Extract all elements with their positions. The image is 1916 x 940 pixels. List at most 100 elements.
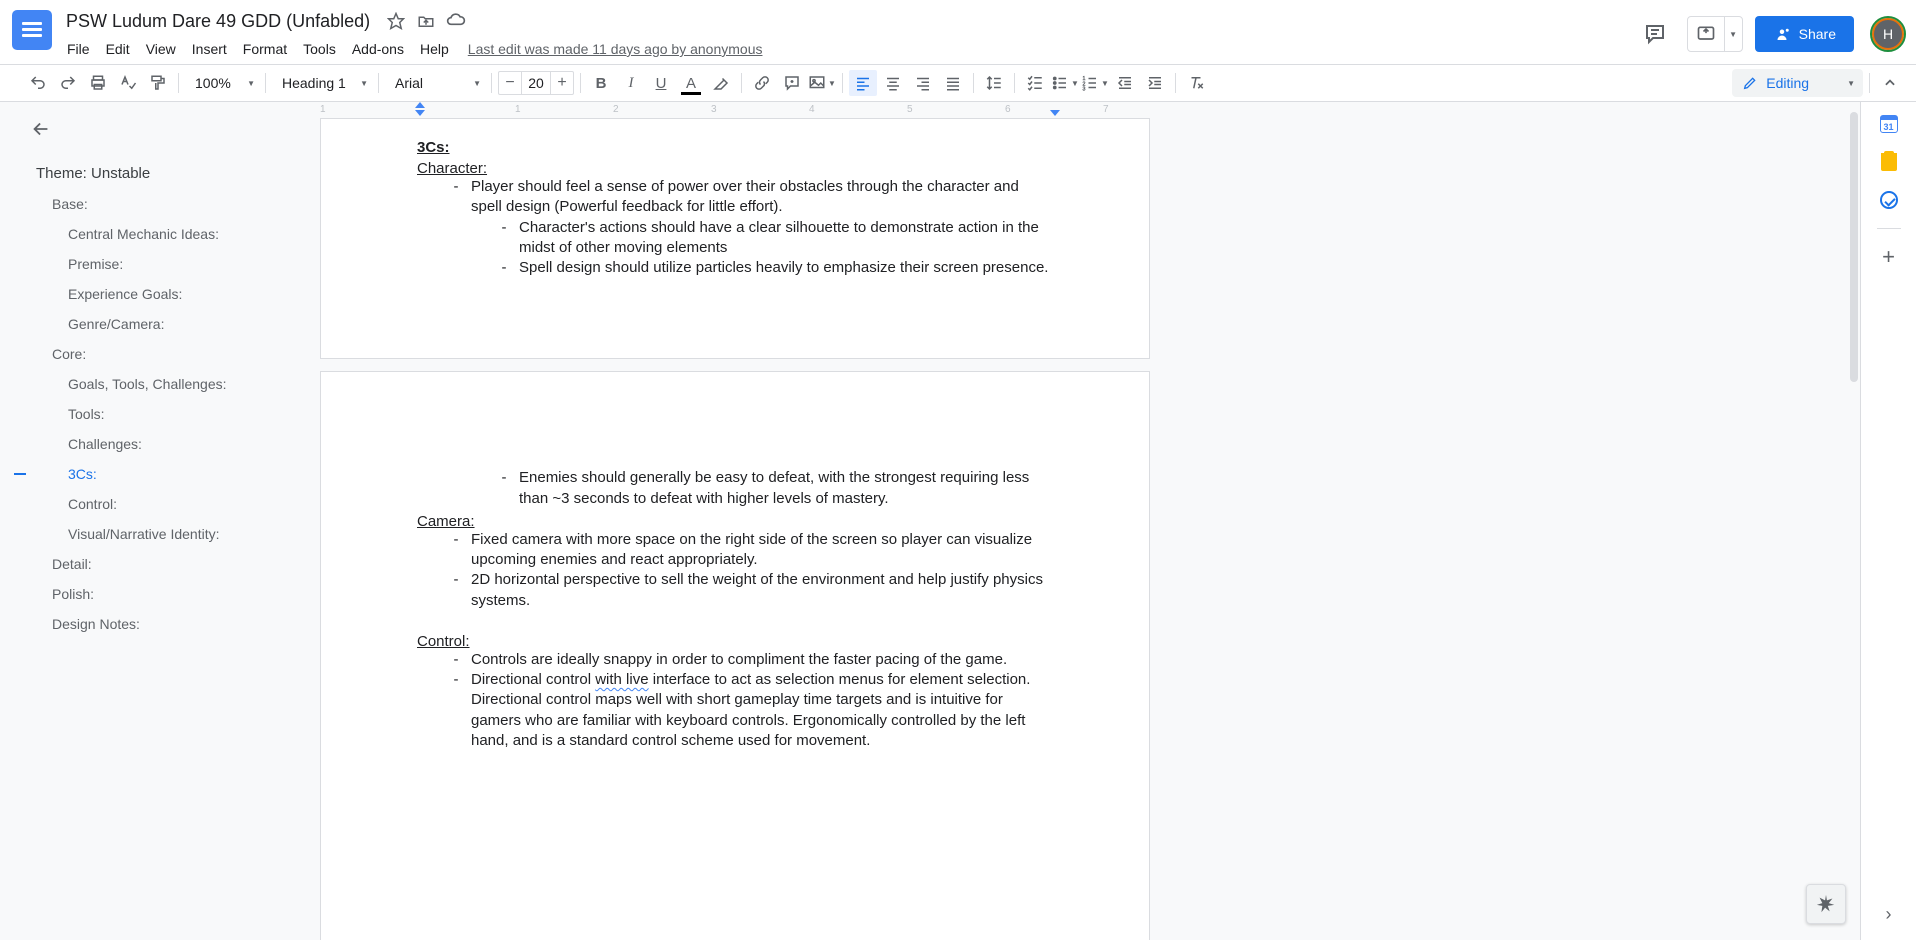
body-text[interactable]: -Enemies should generally be easy to def… xyxy=(417,468,1053,509)
editing-mode-select[interactable]: Editing ▼ xyxy=(1732,69,1863,97)
insert-comment-button[interactable] xyxy=(778,70,806,96)
text-color-button[interactable]: A xyxy=(677,70,705,96)
horizontal-ruler[interactable]: 1 1 2 3 4 5 6 7 xyxy=(320,102,1150,118)
redo-button[interactable] xyxy=(54,70,82,96)
outline-item[interactable]: Genre/Camera: xyxy=(0,309,310,339)
outline-item[interactable]: Theme: Unstable xyxy=(0,158,310,189)
document-page[interactable]: 3Cs: Character: -Player should feel a se… xyxy=(320,118,1150,359)
insert-image-button[interactable]: ▼ xyxy=(808,70,836,96)
outline-item[interactable]: Challenges: xyxy=(0,429,310,459)
body-text[interactable]: -Controls are ideally snappy in order to… xyxy=(417,650,1053,670)
share-label: Share xyxy=(1799,26,1836,42)
body-text[interactable]: -Character's actions should have a clear… xyxy=(417,218,1053,259)
paragraph-style-select[interactable]: Heading 1▼ xyxy=(272,70,372,96)
side-panel: 31 + › xyxy=(1860,102,1916,940)
undo-button[interactable] xyxy=(24,70,52,96)
present-button[interactable]: ▼ xyxy=(1687,16,1743,52)
highlight-button[interactable] xyxy=(707,70,735,96)
menu-file[interactable]: File xyxy=(60,37,97,61)
outline-item[interactable]: Detail: xyxy=(0,549,310,579)
font-size-increase[interactable]: + xyxy=(551,74,573,92)
line-spacing-button[interactable] xyxy=(980,70,1008,96)
underline-button[interactable]: U xyxy=(647,70,675,96)
rail-separator xyxy=(1877,228,1901,229)
body-text[interactable]: -Directional control with live interface… xyxy=(417,670,1053,751)
docs-logo[interactable] xyxy=(12,10,52,50)
star-icon[interactable] xyxy=(386,11,406,31)
cloud-saved-icon[interactable] xyxy=(446,11,466,31)
align-left-button[interactable] xyxy=(849,70,877,96)
zoom-select[interactable]: 100%▼ xyxy=(185,70,259,96)
document-title[interactable]: PSW Ludum Dare 49 GDD (Unfabled) xyxy=(60,9,376,34)
menu-tools[interactable]: Tools xyxy=(296,37,343,61)
outline-item[interactable]: Control: xyxy=(0,489,310,519)
heading-3cs[interactable]: 3Cs: xyxy=(417,139,1053,156)
outline-item[interactable]: Tools: xyxy=(0,399,310,429)
calendar-icon[interactable]: 31 xyxy=(1879,114,1899,134)
right-indent-marker[interactable] xyxy=(1050,110,1060,116)
menu-view[interactable]: View xyxy=(139,37,183,61)
keep-icon[interactable] xyxy=(1879,152,1899,172)
bold-button[interactable]: B xyxy=(587,70,615,96)
scrollbar-thumb[interactable] xyxy=(1850,112,1858,382)
menu-add-ons[interactable]: Add-ons xyxy=(345,37,411,61)
share-button[interactable]: Share xyxy=(1755,16,1854,52)
body-text[interactable]: -Fixed camera with more space on the rig… xyxy=(417,530,1053,571)
outline-item[interactable]: Design Notes: xyxy=(0,609,310,639)
collapse-toolbar-button[interactable] xyxy=(1876,70,1904,96)
numbered-list-button[interactable]: 123▼ xyxy=(1081,70,1109,96)
font-size-input[interactable]: 20 xyxy=(521,72,551,94)
outline-panel: Theme: UnstableBase:Central Mechanic Ide… xyxy=(0,102,310,940)
outline-back-button[interactable] xyxy=(30,118,310,140)
menu-help[interactable]: Help xyxy=(413,37,456,61)
menu-edit[interactable]: Edit xyxy=(99,37,137,61)
clear-formatting-button[interactable] xyxy=(1182,70,1210,96)
checklist-button[interactable] xyxy=(1021,70,1049,96)
outline-item[interactable]: Polish: xyxy=(0,579,310,609)
align-justify-button[interactable] xyxy=(939,70,967,96)
paint-format-button[interactable] xyxy=(144,70,172,96)
account-avatar[interactable]: H xyxy=(1872,18,1904,50)
move-icon[interactable] xyxy=(416,11,436,31)
document-canvas[interactable]: 1 1 2 3 4 5 6 7 3Cs: Character: -Player … xyxy=(310,102,1860,940)
vertical-scrollbar[interactable] xyxy=(1848,102,1860,940)
heading-character[interactable]: Character: xyxy=(417,160,1053,177)
outline-item[interactable]: Core: xyxy=(0,339,310,369)
outline-item[interactable]: Experience Goals: xyxy=(0,279,310,309)
outline-item[interactable]: Central Mechanic Ideas: xyxy=(0,219,310,249)
menu-insert[interactable]: Insert xyxy=(185,37,234,61)
font-size-decrease[interactable]: − xyxy=(499,74,521,92)
body-text[interactable]: -Player should feel a sense of power ove… xyxy=(417,177,1053,218)
grammar-suggestion[interactable]: with live xyxy=(595,671,648,688)
left-indent-marker[interactable] xyxy=(415,102,425,108)
italic-button[interactable]: I xyxy=(617,70,645,96)
font-select[interactable]: Arial▼ xyxy=(385,70,485,96)
print-button[interactable] xyxy=(84,70,112,96)
heading-camera[interactable]: Camera: xyxy=(417,513,1053,530)
decrease-indent-button[interactable] xyxy=(1111,70,1139,96)
tasks-icon[interactable] xyxy=(1879,190,1899,210)
first-line-indent-marker[interactable] xyxy=(415,110,425,116)
outline-item[interactable]: Base: xyxy=(0,189,310,219)
menu-format[interactable]: Format xyxy=(236,37,294,61)
increase-indent-button[interactable] xyxy=(1141,70,1169,96)
explore-button[interactable] xyxy=(1806,884,1846,924)
document-page[interactable]: -Enemies should generally be easy to def… xyxy=(320,371,1150,940)
insert-link-button[interactable] xyxy=(748,70,776,96)
bulleted-list-button[interactable]: ▼ xyxy=(1051,70,1079,96)
align-center-button[interactable] xyxy=(879,70,907,96)
comment-history-icon[interactable] xyxy=(1635,14,1675,54)
body-text[interactable]: -2D horizontal perspective to sell the w… xyxy=(417,570,1053,611)
body-text[interactable]: -Spell design should utilize particles h… xyxy=(417,258,1053,278)
outline-item[interactable]: 3Cs: xyxy=(0,459,310,489)
spellcheck-button[interactable] xyxy=(114,70,142,96)
get-addons-icon[interactable]: + xyxy=(1879,247,1899,267)
last-edit-link[interactable]: Last edit was made 11 days ago by anonym… xyxy=(468,41,763,57)
align-right-button[interactable] xyxy=(909,70,937,96)
outline-item[interactable]: Premise: xyxy=(0,249,310,279)
outline-item[interactable]: Visual/Narrative Identity: xyxy=(0,519,310,549)
outline-item[interactable]: Goals, Tools, Challenges: xyxy=(0,369,310,399)
hide-side-panel-icon[interactable]: › xyxy=(1879,904,1899,924)
heading-control[interactable]: Control: xyxy=(417,633,1053,650)
svg-text:3: 3 xyxy=(1083,87,1086,93)
